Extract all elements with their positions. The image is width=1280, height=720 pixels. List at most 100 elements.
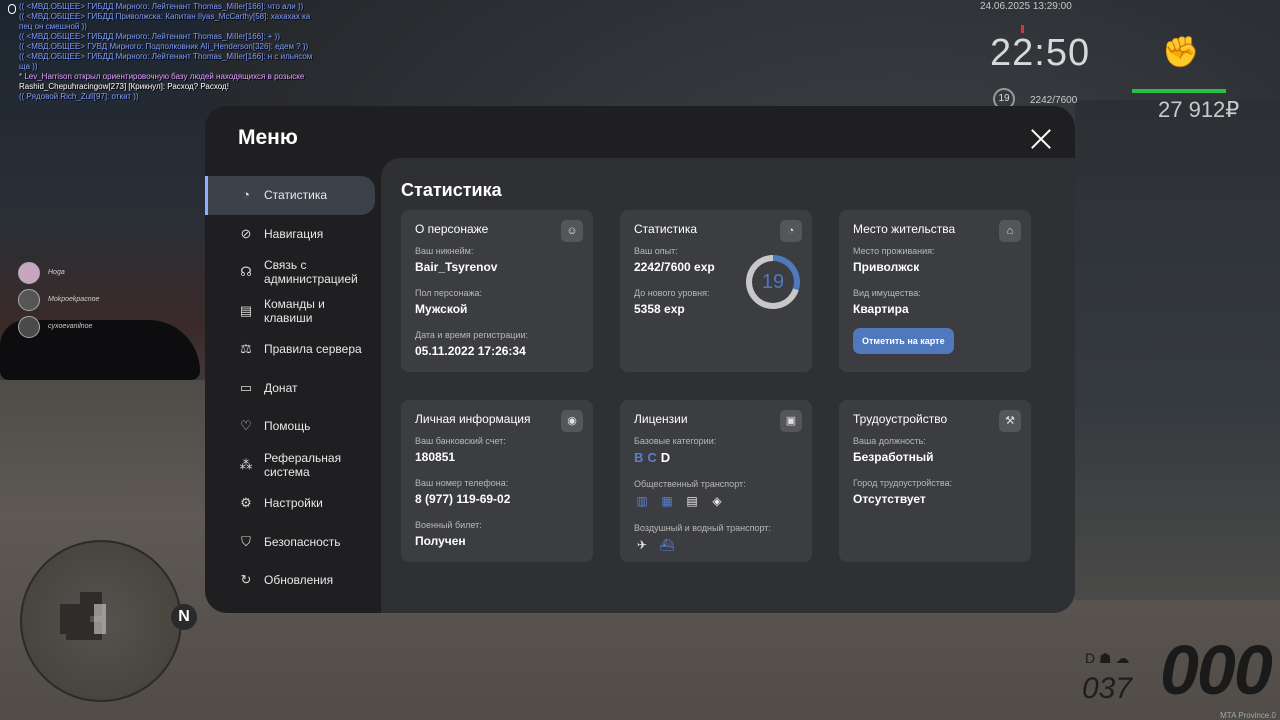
chat-line: пец он смешной )) — [19, 22, 87, 31]
fist-icon: ✊ — [1162, 36, 1200, 69]
sidebar-item-rules[interactable]: ⚖ Правила сервера — [205, 330, 381, 369]
card-licenses: Лицензии ▣ Базовые категории: BCD Общест… — [620, 400, 812, 562]
public-transport-label: Общественный транспорт: — [634, 479, 746, 489]
nickname-value: Bair_Tsyrenov — [415, 260, 498, 274]
sidebar: ◔ Статистика ⊘ Навигация ☊ Связь с админист… — [205, 176, 381, 600]
level-number: 19 — [761, 271, 785, 293]
pie-chart-icon: ◔ — [242, 187, 250, 203]
chat-line: Rashid_Chepuhracingow[273] [Крикнул]: Ра… — [19, 82, 229, 91]
sidebar-item-donate[interactable]: ▭ Донат — [205, 369, 381, 408]
bank-account-value: 180851 — [415, 450, 456, 464]
user-circle-icon: ◉ — [561, 410, 583, 432]
license-category-d: D — [660, 450, 675, 465]
license-category-b: B — [634, 450, 648, 465]
voice-list: Hoga Mokpoekpacnoe cyxoevanilnoe — [18, 259, 99, 340]
avatar — [18, 288, 40, 311]
registration-label: Дата и время регистрации: — [415, 330, 528, 340]
headset-icon: ☊ — [240, 264, 252, 280]
card-title: Личная информация — [415, 412, 531, 426]
watermark: MTA Province.0 — [1220, 711, 1276, 720]
voice-item: Hoga — [18, 259, 99, 286]
refresh-check-icon: ↻ — [240, 572, 252, 588]
home-icon: ⌂ — [999, 220, 1021, 242]
chat-line: (( <МВД.ОБЩЕЕ> ГИБДД Мирного: Лейтенант … — [19, 32, 280, 41]
menu-window: Меню ◔ Статистика ⊘ Навигация ☊ Связь с адм… — [205, 106, 1075, 613]
compass-icon: ⊘ — [240, 225, 252, 241]
wallet-icon: ▭ — [239, 379, 253, 395]
residence-value: Приволжск — [853, 260, 920, 274]
document-icon: ▤ — [239, 302, 253, 318]
card-title: Лицензии — [634, 412, 688, 426]
phone-label: Ваш номер телефона: — [415, 478, 509, 488]
sidebar-item-statistics[interactable]: ◔ Статистика — [205, 176, 375, 215]
tram-icon: ◈ — [712, 494, 722, 508]
chat-line: (( <МВД.ОБЩЕЕ> ГИБДД Мирного: Лейтенант … — [19, 52, 313, 61]
page-title: Статистика — [401, 180, 502, 200]
hud-exp: 2242/7600 — [1030, 95, 1078, 106]
user-icon: ☺ — [561, 220, 583, 242]
tools-icon: ⚒ — [999, 410, 1021, 432]
player-arrow-icon — [94, 604, 106, 634]
sidebar-item-commands[interactable]: ▤ Команды и клавиши — [205, 292, 381, 331]
card-statistics: Статистика ◔ Ваш опыт: 2242/7600 exp До … — [620, 210, 812, 372]
card-character: О персонаже ☺ Ваш никнейм: Bair_Tsyrenov… — [401, 210, 593, 372]
avatar — [18, 315, 40, 338]
bus-icon: ▥ — [636, 494, 648, 508]
fuel-gauge: 037 — [1082, 672, 1133, 705]
menu-title: Меню — [238, 126, 298, 149]
sidebar-item-settings[interactable]: ⚙ Настройки — [205, 484, 381, 523]
card-title: О персонаже — [415, 222, 489, 236]
vehicle-status-icons: D ☗ ☁ — [1085, 650, 1130, 666]
air-water-transport-label: Воздушный и водный транспорт: — [634, 523, 771, 533]
gear-icon: ⚙ — [240, 495, 252, 511]
background-right — [1075, 100, 1280, 600]
avatar — [18, 261, 40, 284]
public-transport-icons: ▥ ▦ ▤ ◈ — [634, 493, 798, 509]
card-personal-info: Личная информация ◉ Ваш банковский счет:… — [401, 400, 593, 562]
sidebar-item-security[interactable]: ⛉ Безопасность — [205, 523, 381, 562]
network-icon: ⁂ — [239, 456, 253, 472]
airplane-icon: ✈ — [636, 538, 648, 552]
train-icon: ▤ — [686, 494, 698, 508]
card-title: Трудоустройство — [853, 412, 948, 426]
nickname-label: Ваш никнейм: — [415, 246, 474, 256]
mark-on-map-button[interactable]: Отметить на карте — [853, 328, 954, 354]
license-categories: BCD — [634, 450, 798, 465]
sidebar-item-referral[interactable]: ⁂ Реферальная система — [205, 446, 381, 485]
close-icon[interactable] — [1031, 129, 1051, 149]
license-category-c: C — [647, 450, 661, 465]
sidebar-item-help[interactable]: ♡ Помощь — [205, 407, 381, 446]
gender-value: Мужской — [415, 302, 468, 316]
chat-line: (( Рядовой Rich_Zull[97]: откат )) — [19, 92, 139, 101]
level-progress-ring: 19 — [746, 255, 800, 309]
card-employment: Трудоустройство ⚒ Ваша должность: Безраб… — [839, 400, 1031, 562]
content-panel: Статистика О персонаже ☺ Ваш никнейм: Ba… — [381, 158, 1075, 613]
hud-datetime: 24.06.2025 13:29:00 — [980, 1, 1072, 12]
hud-clock: 22:50 — [990, 32, 1091, 74]
military-id-label: Военный билет: — [415, 520, 482, 530]
ship-icon: ⛴ — [659, 538, 675, 552]
property-value: Квартира — [853, 302, 909, 316]
chat-box: (( <МВД.ОБЩЕЕ> ГИБДД Мирного: Лейтенант … — [8, 2, 338, 102]
property-label: Вид имущества: — [853, 288, 921, 298]
job-city-value: Отсутствует — [853, 492, 926, 506]
sidebar-item-admin-contact[interactable]: ☊ Связь с администрацией — [205, 253, 381, 292]
air-water-transport-icons: ✈ ⛴ — [634, 537, 798, 553]
sidebar-item-navigation[interactable]: ⊘ Навигация — [205, 215, 381, 254]
card-title: Статистика — [634, 222, 698, 236]
gender-label: Пол персонажа: — [415, 288, 483, 298]
chat-line: (( <МВД.ОБЩЕЕ> ГИБДД Приволжска: Капитан… — [19, 12, 311, 21]
residence-label: Место проживания: — [853, 246, 935, 256]
base-categories-label: Базовые категории: — [634, 436, 717, 446]
sidebar-item-updates[interactable]: ↻ Обновления — [205, 561, 381, 600]
registration-value: 05.11.2022 17:26:34 — [415, 344, 526, 358]
phone-value: 8 (977) 119-69-02 — [415, 492, 511, 506]
shield-icon: ⛉ — [241, 533, 251, 549]
chat-line: ща )) — [19, 62, 38, 71]
trolleybus-icon: ▦ — [661, 494, 673, 508]
north-indicator: N — [171, 604, 197, 630]
military-id-value: Получен — [415, 534, 466, 548]
minimap[interactable] — [20, 540, 182, 702]
voice-item: Mokpoekpacnoe — [18, 286, 99, 313]
chat-line: * Lev_Harrison открыл ориентировочную ба… — [19, 72, 305, 81]
